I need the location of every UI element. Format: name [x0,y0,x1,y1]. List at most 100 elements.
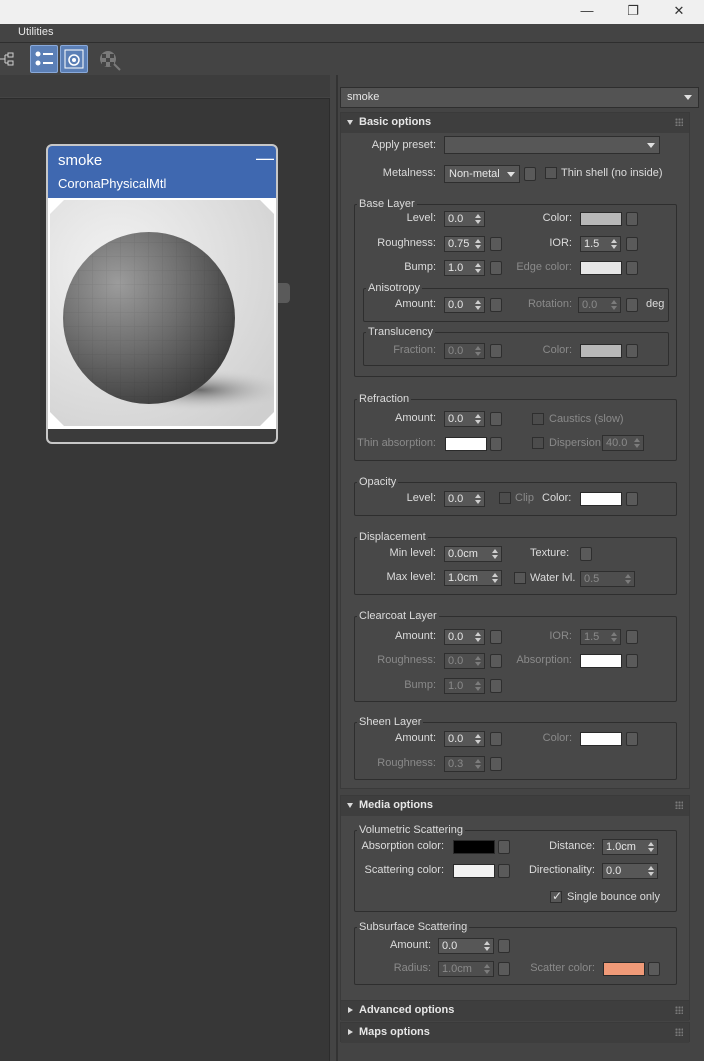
node-minimize-button[interactable]: — [256,148,274,168]
metalness-dropdown[interactable]: Non-metal [444,165,520,183]
restore-button[interactable]: ❐ [610,0,656,24]
absorption-color-swatch[interactable] [453,840,495,854]
clearcoat-amount-spinner[interactable]: 0.0 [444,629,485,645]
rotation-map-button[interactable] [626,298,638,312]
absorption-color-map-button[interactable] [498,840,510,854]
grip-icon [675,1006,683,1014]
ior-map-button[interactable] [626,237,638,251]
water-level-label: Water lvl. [530,572,576,584]
water-level-spinner[interactable]: 0.5 [580,571,635,587]
sheen-roughness-map-button[interactable] [490,757,502,771]
color-map-button[interactable] [626,212,638,226]
single-bounce-checkbox[interactable] [550,889,562,903]
level-spinner[interactable]: 0.0 [444,211,485,227]
menu-utilities[interactable]: Utilities [18,26,53,38]
advanced-options-rollout[interactable]: Advanced options [340,1000,690,1021]
sss-radius-spinner[interactable]: 1.0cm [438,961,494,977]
absorption-swatch[interactable] [580,654,622,668]
displacement-title: Displacement [357,531,428,543]
sheen-amount-spinner[interactable]: 0.0 [444,731,485,747]
clearcoat-ior-spinner[interactable]: 1.5 [580,629,621,645]
node-output-socket[interactable] [278,283,290,303]
roughness-spinner[interactable]: 0.75 [444,236,485,252]
clearcoat-roughness-spinner[interactable]: 0.0 [444,653,485,669]
refraction-group [354,399,677,461]
refraction-map-button[interactable] [490,412,502,426]
distance-spinner[interactable]: 1.0cm [602,839,658,855]
caustics-checkbox[interactable] [532,413,544,425]
clip-checkbox[interactable] [499,492,511,504]
roughness-map-button[interactable] [490,237,502,251]
scatter-color-swatch[interactable] [603,962,645,976]
bump-map-button[interactable] [490,261,502,275]
clearcoat-amount-map-button[interactable] [490,630,502,644]
sss-amount-map-button[interactable] [498,939,510,953]
sheen-roughness-spinner[interactable]: 0.3 [444,756,485,772]
edge-color-map-button[interactable] [626,261,638,275]
edge-color-swatch[interactable] [580,261,622,275]
caustics-label: Caustics (slow) [549,413,624,425]
minimize-button[interactable]: — [564,0,610,24]
opacity-map-button[interactable] [626,492,638,506]
expand-arrow-icon [348,1007,353,1013]
refraction-amount-spinner[interactable]: 0.0 [444,411,485,427]
anisotropy-map-button[interactable] [490,298,502,312]
spinner-arrows-icon [492,572,498,584]
material-node[interactable]: smoke CoronaPhysicalMtl — [46,144,278,444]
scatter-color-map-button[interactable] [648,962,660,976]
anisotropy-amount-spinner[interactable]: 0.0 [444,297,485,313]
max-level-spinner[interactable]: 1.0cm [444,570,502,586]
rotation-spinner[interactable]: 0.0 [578,297,621,313]
min-level-spinner[interactable]: 0.0cm [444,546,502,562]
rotation-value: 0.0 [582,299,598,311]
sheen-color-swatch[interactable] [580,732,622,746]
clearcoat-roughness-map-button[interactable] [490,654,502,668]
thin-absorption-map-button[interactable] [490,437,502,451]
bump-spinner[interactable]: 1.0 [444,260,485,276]
sheen-color-map-button[interactable] [626,732,638,746]
scattering-color-swatch[interactable] [453,864,495,878]
base-color-swatch[interactable] [580,212,622,226]
material-name-dropdown[interactable]: smoke [340,87,699,108]
node-title: smoke [58,152,103,169]
maps-options-header[interactable]: Maps options [341,1023,689,1043]
fraction-map-button[interactable] [490,344,502,358]
material-preview-button[interactable] [60,45,88,73]
basic-options-header[interactable]: Basic options [341,113,689,133]
hierarchy-icon[interactable] [0,51,16,67]
opacity-level-spinner[interactable]: 0.0 [444,491,485,507]
fraction-spinner[interactable]: 0.0 [444,343,485,359]
maps-options-rollout[interactable]: Maps options [340,1022,690,1043]
water-level-checkbox[interactable] [514,572,526,584]
sheen-amount-map-button[interactable] [490,732,502,746]
dispersion-spinner[interactable]: 40.0 [602,435,644,451]
thin-shell-checkbox[interactable] [545,167,557,179]
absorption-map-button[interactable] [626,654,638,668]
subsurface-scattering-group [354,927,677,985]
translucency-color-map-button[interactable] [626,344,638,358]
clearcoat-ior-map-button[interactable] [626,630,638,644]
advanced-options-header[interactable]: Advanced options [341,1001,689,1021]
translucency-color-swatch[interactable] [580,344,622,358]
opacity-color-swatch[interactable] [580,492,622,506]
bump-value: 1.0 [448,262,464,274]
ior-spinner[interactable]: 1.5 [580,236,621,252]
metalness-map-button[interactable] [524,167,536,181]
thin-absorption-swatch[interactable] [445,437,487,451]
refraction-amount-label: Amount: [395,412,436,424]
clearcoat-bump-map-button[interactable] [490,679,502,693]
clearcoat-bump-spinner[interactable]: 1.0 [444,678,485,694]
sss-radius-value: 1.0cm [442,963,472,975]
directionality-spinner[interactable]: 0.0 [602,863,658,879]
layout-list-button[interactable] [30,45,58,73]
displacement-texture-button[interactable] [580,547,592,561]
apply-preset-dropdown[interactable] [444,136,660,154]
checker-background-icon[interactable] [96,48,122,72]
scattering-color-map-button[interactable] [498,864,510,878]
sss-amount-spinner[interactable]: 0.0 [438,938,494,954]
node-header[interactable]: smoke CoronaPhysicalMtl — [48,146,276,198]
media-options-header[interactable]: Media options [341,796,689,816]
dispersion-checkbox[interactable] [532,437,544,449]
sss-radius-map-button[interactable] [498,962,510,976]
close-button[interactable]: ✕ [656,0,702,24]
